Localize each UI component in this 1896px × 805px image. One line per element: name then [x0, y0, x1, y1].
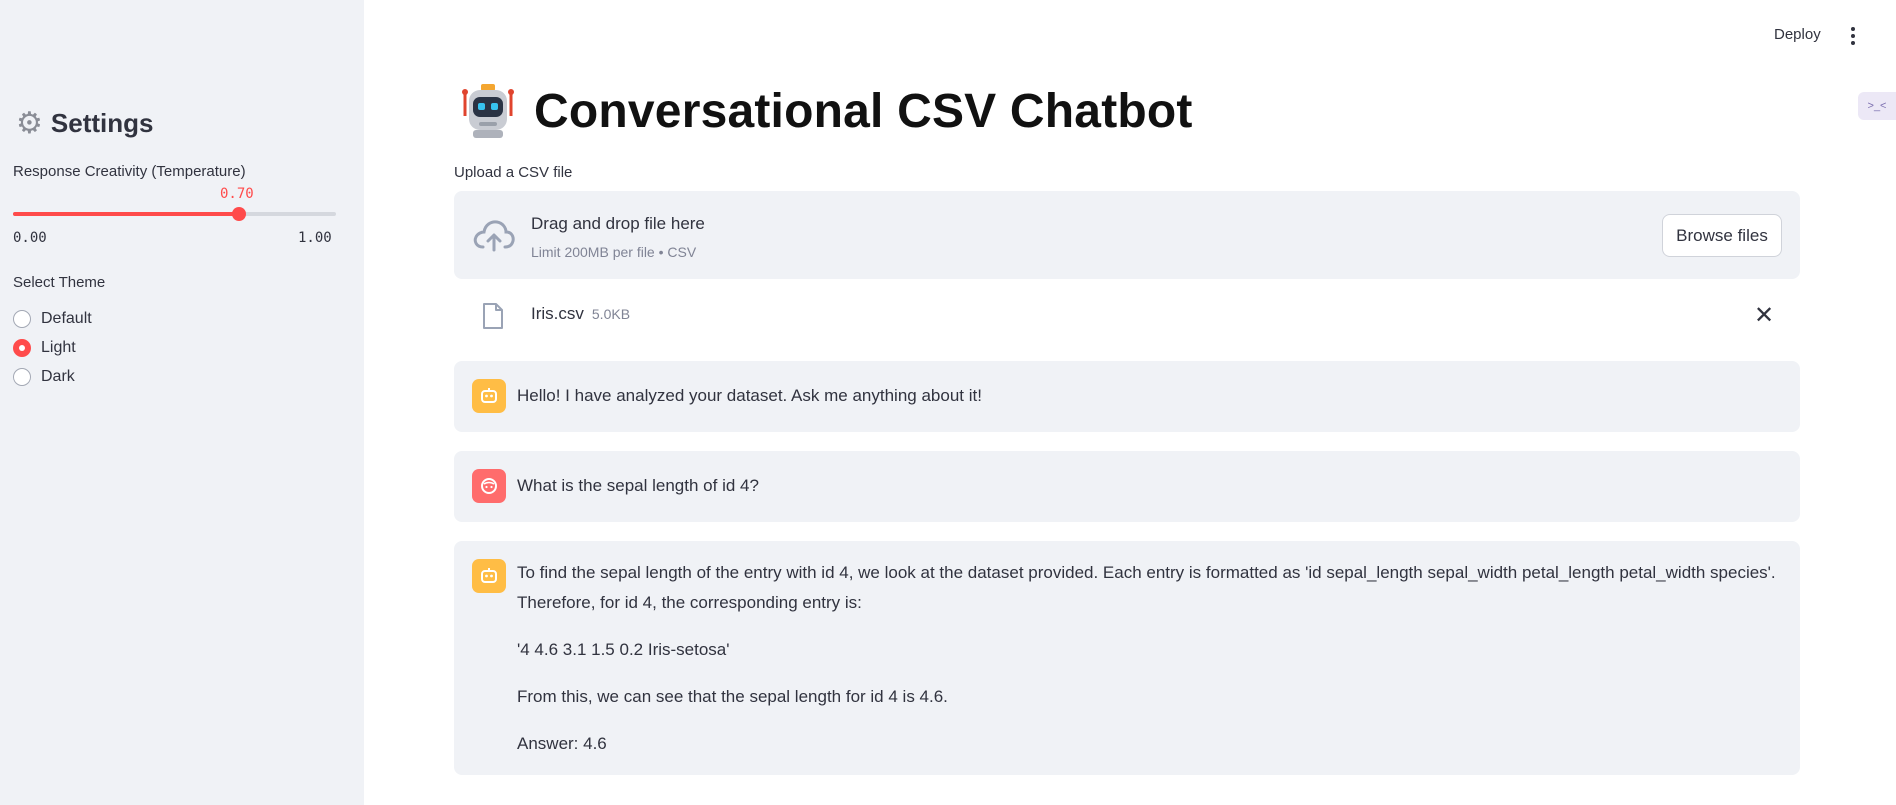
message-paragraph: To find the sepal length of the entry wi… [517, 563, 1776, 612]
temperature-slider-fill [13, 212, 240, 216]
upload-label: Upload a CSV file [454, 164, 573, 181]
file-icon [482, 302, 504, 335]
theme-option-dark[interactable]: Dark [13, 362, 92, 391]
radio-label: Default [41, 309, 92, 327]
message-paragraph: Answer: 4.6 [517, 734, 607, 753]
file-size: 5.0KB [591, 306, 631, 322]
theme-radio-group: Default Light Dark [13, 304, 92, 391]
message-text: What is the sepal length of id 4? [517, 471, 1790, 501]
user-avatar-icon [472, 469, 506, 503]
radio-button[interactable] [13, 309, 31, 328]
close-icon[interactable]: ✕ [1754, 304, 1774, 328]
radio-label: Dark [41, 367, 75, 385]
kebab-menu-icon[interactable] [1845, 24, 1861, 48]
chat-message-assistant: To find the sepal length of the entry wi… [454, 541, 1800, 775]
status-widget-icon[interactable]: >_< [1858, 92, 1896, 120]
dropzone-limit: Limit 200MB per file • CSV [531, 244, 697, 260]
temperature-slider-value: 0.70 [220, 186, 254, 202]
message-paragraph: '4 4.6 3.1 1.5 0.2 Iris-setosa' [517, 640, 730, 659]
file-name-block: Iris.csv 5.0KB [531, 304, 630, 324]
theme-option-default[interactable]: Default [13, 304, 92, 333]
temperature-slider-max: 1.00 [298, 230, 332, 246]
chat-message-assistant: Hello! I have analyzed your dataset. Ask… [454, 361, 1800, 432]
gear-icon: ⚙ [16, 106, 43, 140]
sidebar: ⚙ Settings Response Creativity (Temperat… [0, 0, 364, 805]
sidebar-title-text: Settings [50, 108, 154, 138]
temperature-slider[interactable] [13, 207, 336, 221]
radio-button[interactable] [13, 338, 31, 357]
browse-files-button[interactable]: Browse files [1662, 214, 1782, 257]
bot-avatar-icon [472, 379, 506, 413]
bot-avatar-icon [472, 559, 506, 593]
page-title: Conversational CSV Chatbot [534, 84, 1193, 138]
theme-option-light[interactable]: Light [13, 333, 92, 362]
radio-label: Light [41, 338, 76, 356]
file-name: Iris.csv [531, 304, 584, 323]
deploy-button[interactable]: Deploy [1774, 26, 1821, 43]
cloud-upload-icon [472, 217, 516, 258]
temperature-slider-thumb[interactable] [232, 207, 247, 221]
chat-message-user: What is the sepal length of id 4? [454, 451, 1800, 522]
message-paragraph: Hello! I have analyzed your dataset. Ask… [517, 386, 982, 405]
message-paragraph: From this, we can see that the sepal len… [517, 687, 948, 706]
message-text: To find the sepal length of the entry wi… [517, 558, 1790, 759]
uploaded-file: Iris.csv 5.0KB ✕ [454, 294, 1800, 338]
theme-select-label: Select Theme [13, 274, 106, 291]
dropzone-instructions: Drag and drop file here [531, 214, 705, 233]
temperature-slider-min: 0.00 [13, 230, 47, 246]
sidebar-title: ⚙ Settings [16, 108, 153, 139]
message-paragraph: What is the sepal length of id 4? [517, 476, 759, 495]
message-text: Hello! I have analyzed your dataset. Ask… [517, 381, 1790, 411]
radio-button[interactable] [13, 367, 31, 386]
file-dropzone[interactable]: Drag and drop file here Limit 200MB per … [454, 191, 1800, 279]
temperature-slider-label: Response Creativity (Temperature) [13, 163, 246, 180]
robot-icon [460, 82, 516, 140]
page-title-row: Conversational CSV Chatbot [460, 82, 1193, 140]
